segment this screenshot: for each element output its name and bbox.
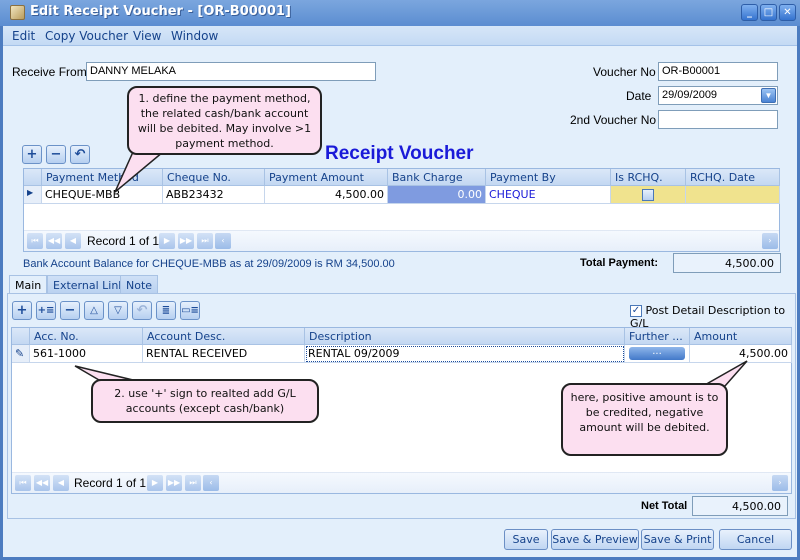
callout-add-gl-accounts: 2. use '+' sign to realted add G/L accou… (91, 379, 319, 423)
callout-pointers (74, 151, 748, 387)
receipt-voucher-window: Edit Receipt Voucher - [OR-B00001] _ □ ✕… (0, 0, 800, 560)
callout-payment-method: 1. define the payment method, the relate… (127, 86, 322, 155)
callout-amount-sign: here, positive amount is to be credited,… (561, 383, 728, 456)
callout-1-pointer (114, 151, 166, 193)
callout-2-pointer (74, 365, 134, 381)
